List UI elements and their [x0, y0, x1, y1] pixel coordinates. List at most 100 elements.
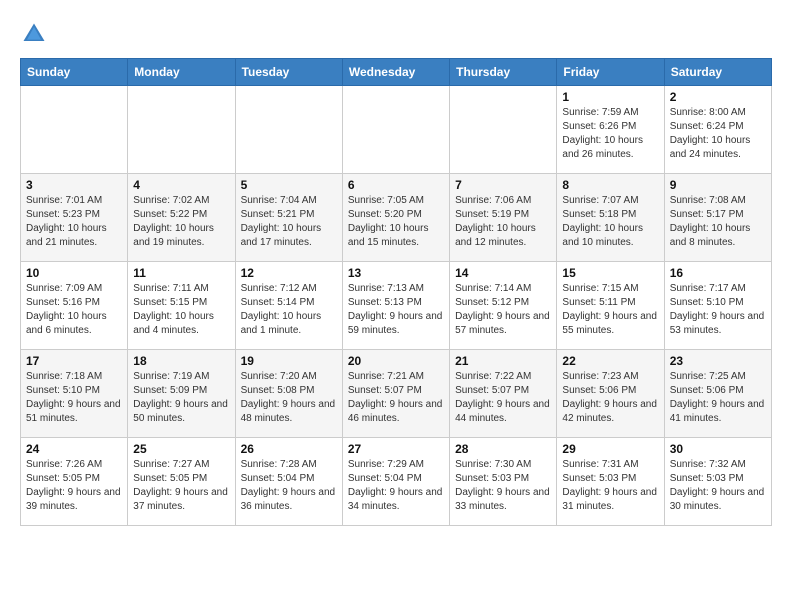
day-number: 18 — [133, 354, 229, 368]
day-of-week-header: Saturday — [664, 59, 771, 86]
day-number: 11 — [133, 266, 229, 280]
day-number: 23 — [670, 354, 766, 368]
day-number: 21 — [455, 354, 551, 368]
day-info: Sunrise: 7:30 AM Sunset: 5:03 PM Dayligh… — [455, 458, 551, 514]
calendar-cell: 20 Sunrise: 7:21 AM Sunset: 5:07 PM Dayli… — [342, 350, 449, 438]
day-info: Sunrise: 7:25 AM Sunset: 5:06 PM Dayligh… — [670, 370, 766, 426]
calendar-cell: 27 Sunrise: 7:29 AM Sunset: 5:04 PM Dayli… — [342, 438, 449, 526]
calendar-cell: 19 Sunrise: 7:20 AM Sunset: 5:08 PM Dayli… — [235, 350, 342, 438]
calendar-cell: 12Sunrise: 7:12 AM Sunset: 5:14 PM Dayli… — [235, 262, 342, 350]
day-info: Sunrise: 7:06 AM Sunset: 5:19 PM Dayligh… — [455, 194, 551, 250]
calendar-week-row: 24 Sunrise: 7:26 AM Sunset: 5:05 PM Dayli… — [21, 438, 772, 526]
day-number: 25 — [133, 442, 229, 456]
calendar-cell: 21 Sunrise: 7:22 AM Sunset: 5:07 PM Dayli… — [450, 350, 557, 438]
calendar-cell: 15 Sunrise: 7:15 AM Sunset: 5:11 PM Dayli… — [557, 262, 664, 350]
day-of-week-header: Monday — [128, 59, 235, 86]
day-info: Sunrise: 7:02 AM Sunset: 5:22 PM Dayligh… — [133, 194, 229, 250]
calendar-cell: 29 Sunrise: 7:31 AM Sunset: 5:03 PM Dayli… — [557, 438, 664, 526]
calendar-cell: 24 Sunrise: 7:26 AM Sunset: 5:05 PM Dayli… — [21, 438, 128, 526]
day-number: 17 — [26, 354, 122, 368]
day-number: 7 — [455, 178, 551, 192]
day-number: 3 — [26, 178, 122, 192]
calendar-cell: 8 Sunrise: 7:07 AM Sunset: 5:18 PM Daylig… — [557, 174, 664, 262]
day-info: Sunrise: 7:32 AM Sunset: 5:03 PM Dayligh… — [670, 458, 766, 514]
day-of-week-header: Sunday — [21, 59, 128, 86]
day-info: Sunrise: 7:13 AM Sunset: 5:13 PM Dayligh… — [348, 282, 444, 338]
calendar-cell: 25Sunrise: 7:27 AM Sunset: 5:05 PM Dayli… — [128, 438, 235, 526]
day-info: Sunrise: 7:08 AM Sunset: 5:17 PM Dayligh… — [670, 194, 766, 250]
calendar-week-row: 10 Sunrise: 7:09 AM Sunset: 5:16 PM Dayli… — [21, 262, 772, 350]
day-number: 6 — [348, 178, 444, 192]
day-of-week-header: Friday — [557, 59, 664, 86]
calendar-week-row: 3 Sunrise: 7:01 AM Sunset: 5:23 PM Daylig… — [21, 174, 772, 262]
calendar-week-row: 1 Sunrise: 7:59 AM Sunset: 6:26 PM Daylig… — [21, 86, 772, 174]
calendar-cell: 14 Sunrise: 7:14 AM Sunset: 5:12 PM Dayli… — [450, 262, 557, 350]
calendar-week-row: 17 Sunrise: 7:18 AM Sunset: 5:10 PM Dayli… — [21, 350, 772, 438]
calendar-cell: 4Sunrise: 7:02 AM Sunset: 5:22 PM Daylig… — [128, 174, 235, 262]
calendar-cell: 1 Sunrise: 7:59 AM Sunset: 6:26 PM Daylig… — [557, 86, 664, 174]
calendar-cell — [450, 86, 557, 174]
calendar-cell: 17 Sunrise: 7:18 AM Sunset: 5:10 PM Dayli… — [21, 350, 128, 438]
calendar-cell: 3 Sunrise: 7:01 AM Sunset: 5:23 PM Daylig… — [21, 174, 128, 262]
logo — [20, 20, 52, 48]
calendar-cell: 22 Sunrise: 7:23 AM Sunset: 5:06 PM Dayli… — [557, 350, 664, 438]
day-of-week-header: Thursday — [450, 59, 557, 86]
day-info: Sunrise: 7:59 AM Sunset: 6:26 PM Dayligh… — [562, 106, 658, 162]
day-number: 1 — [562, 90, 658, 104]
calendar-cell — [21, 86, 128, 174]
day-number: 5 — [241, 178, 337, 192]
day-info: Sunrise: 7:01 AM Sunset: 5:23 PM Dayligh… — [26, 194, 122, 250]
day-info: Sunrise: 7:14 AM Sunset: 5:12 PM Dayligh… — [455, 282, 551, 338]
day-number: 2 — [670, 90, 766, 104]
day-info: Sunrise: 8:00 AM Sunset: 6:24 PM Dayligh… — [670, 106, 766, 162]
day-of-week-header: Wednesday — [342, 59, 449, 86]
day-number: 24 — [26, 442, 122, 456]
day-number: 10 — [26, 266, 122, 280]
calendar-cell: 5 Sunrise: 7:04 AM Sunset: 5:21 PM Daylig… — [235, 174, 342, 262]
day-number: 30 — [670, 442, 766, 456]
day-info: Sunrise: 7:20 AM Sunset: 5:08 PM Dayligh… — [241, 370, 337, 426]
day-info: Sunrise: 7:19 AM Sunset: 5:09 PM Dayligh… — [133, 370, 229, 426]
day-info: Sunrise: 7:04 AM Sunset: 5:21 PM Dayligh… — [241, 194, 337, 250]
day-number: 19 — [241, 354, 337, 368]
day-number: 20 — [348, 354, 444, 368]
day-number: 15 — [562, 266, 658, 280]
calendar-cell: 11 Sunrise: 7:11 AM Sunset: 5:15 PM Dayli… — [128, 262, 235, 350]
calendar-table: SundayMondayTuesdayWednesdayThursdayFrid… — [20, 58, 772, 526]
calendar-cell: 9 Sunrise: 7:08 AM Sunset: 5:17 PM Daylig… — [664, 174, 771, 262]
day-number: 29 — [562, 442, 658, 456]
calendar-cell: 28 Sunrise: 7:30 AM Sunset: 5:03 PM Dayli… — [450, 438, 557, 526]
day-number: 9 — [670, 178, 766, 192]
day-info: Sunrise: 7:17 AM Sunset: 5:10 PM Dayligh… — [670, 282, 766, 338]
day-info: Sunrise: 7:07 AM Sunset: 5:18 PM Dayligh… — [562, 194, 658, 250]
day-info: Sunrise: 7:26 AM Sunset: 5:05 PM Dayligh… — [26, 458, 122, 514]
calendar-header-row: SundayMondayTuesdayWednesdayThursdayFrid… — [21, 59, 772, 86]
day-number: 14 — [455, 266, 551, 280]
day-number: 28 — [455, 442, 551, 456]
day-number: 16 — [670, 266, 766, 280]
day-info: Sunrise: 7:29 AM Sunset: 5:04 PM Dayligh… — [348, 458, 444, 514]
day-info: Sunrise: 7:23 AM Sunset: 5:06 PM Dayligh… — [562, 370, 658, 426]
day-of-week-header: Tuesday — [235, 59, 342, 86]
logo-icon — [20, 20, 48, 48]
calendar-cell: 2 Sunrise: 8:00 AM Sunset: 6:24 PM Daylig… — [664, 86, 771, 174]
calendar-cell: 18 Sunrise: 7:19 AM Sunset: 5:09 PM Dayli… — [128, 350, 235, 438]
day-info: Sunrise: 7:11 AM Sunset: 5:15 PM Dayligh… — [133, 282, 229, 338]
calendar-cell: 13Sunrise: 7:13 AM Sunset: 5:13 PM Dayli… — [342, 262, 449, 350]
day-info: Sunrise: 7:21 AM Sunset: 5:07 PM Dayligh… — [348, 370, 444, 426]
calendar-cell — [342, 86, 449, 174]
calendar-cell: 23 Sunrise: 7:25 AM Sunset: 5:06 PM Dayli… — [664, 350, 771, 438]
day-info: Sunrise: 7:22 AM Sunset: 5:07 PM Dayligh… — [455, 370, 551, 426]
day-info: Sunrise: 7:15 AM Sunset: 5:11 PM Dayligh… — [562, 282, 658, 338]
day-number: 22 — [562, 354, 658, 368]
day-info: Sunrise: 7:12 AM Sunset: 5:14 PM Dayligh… — [241, 282, 337, 338]
day-info: Sunrise: 7:05 AM Sunset: 5:20 PM Dayligh… — [348, 194, 444, 250]
day-info: Sunrise: 7:18 AM Sunset: 5:10 PM Dayligh… — [26, 370, 122, 426]
day-number: 27 — [348, 442, 444, 456]
day-info: Sunrise: 7:28 AM Sunset: 5:04 PM Dayligh… — [241, 458, 337, 514]
calendar-cell: 16 Sunrise: 7:17 AM Sunset: 5:10 PM Dayli… — [664, 262, 771, 350]
day-number: 8 — [562, 178, 658, 192]
day-info: Sunrise: 7:31 AM Sunset: 5:03 PM Dayligh… — [562, 458, 658, 514]
day-info: Sunrise: 7:09 AM Sunset: 5:16 PM Dayligh… — [26, 282, 122, 338]
calendar-cell: 30 Sunrise: 7:32 AM Sunset: 5:03 PM Dayli… — [664, 438, 771, 526]
